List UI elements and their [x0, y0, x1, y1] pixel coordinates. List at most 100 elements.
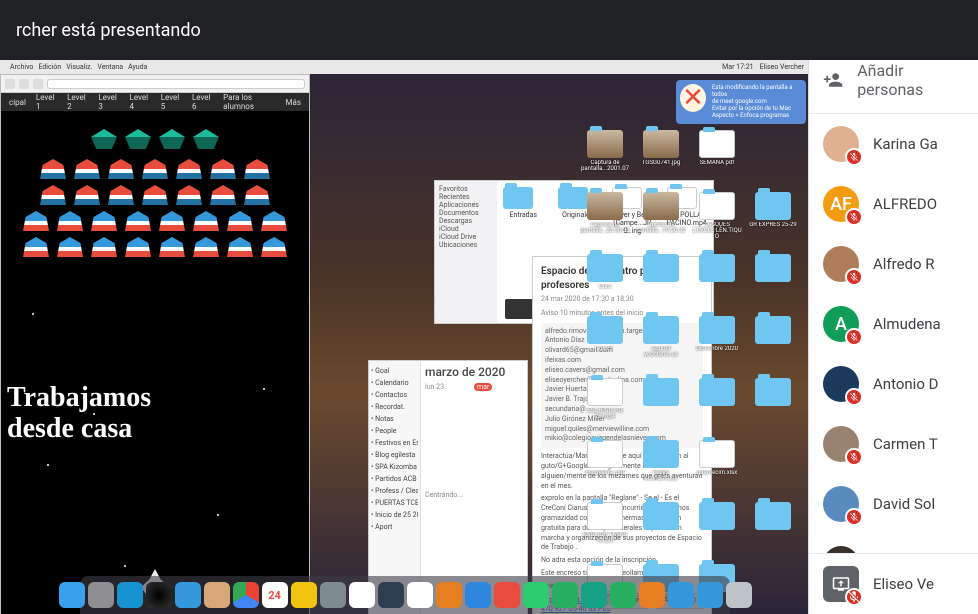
dock-settings-icon[interactable]	[320, 582, 346, 608]
desktop-icon[interactable]	[748, 502, 798, 560]
dock-notes-icon[interactable]	[291, 582, 317, 608]
calendar-list-item[interactable]: • Notas	[371, 413, 418, 425]
desktop-icon[interactable]	[692, 378, 742, 436]
dock-contacts-icon[interactable]	[204, 582, 230, 608]
screentime-notification[interactable]: Esta modificando la pantalla a todos de …	[676, 80, 806, 124]
calendar-list-item[interactable]: • Blog egilesta	[371, 449, 418, 461]
level-tab[interactable]: cipal	[9, 98, 26, 107]
desktop-icon[interactable]	[748, 254, 798, 312]
calendar-list-item[interactable]: • Contactos	[371, 389, 418, 401]
participant-row[interactable]: A Almudena	[809, 294, 978, 354]
finder-item[interactable]: Entradas	[503, 187, 544, 235]
level-tab[interactable]: Level 5	[161, 93, 182, 111]
desktop-icon[interactable]: Curs	[580, 254, 630, 312]
dock-itunes-icon[interactable]	[494, 582, 520, 608]
dock-maps-icon[interactable]	[581, 582, 607, 608]
finder-sidebar-item[interactable]: Ubicaciones	[439, 241, 493, 249]
participant-row[interactable]: AF ALFREDO	[809, 174, 978, 234]
dock-numbers-icon[interactable]	[610, 582, 636, 608]
menu-item[interactable]: Ayuda	[128, 63, 147, 71]
calendar-list-item[interactable]: • SPA Kizomba	[371, 461, 418, 473]
calendar-list-item[interactable]: • Festivos en Esp..	[371, 437, 418, 449]
calendar-list-item[interactable]: • PUERTAS TCE	[371, 497, 418, 509]
desktop-icon[interactable]	[636, 502, 686, 560]
dock-facetime-icon[interactable]	[523, 582, 549, 608]
desktop-icon[interactable]: ENGLISH TASKS 1st pdf	[580, 502, 630, 560]
finder-sidebar[interactable]: FavoritosRecientesAplicacionesDocumentos…	[435, 181, 497, 323]
desktop-icon[interactable]: Apunt3 ycontenic.us	[636, 316, 686, 374]
finder-sidebar-item[interactable]: Recientes	[439, 193, 493, 201]
desktop-icon[interactable]: Fulles econòm.ues	[636, 440, 686, 498]
calendar-list-item[interactable]: • Profess / Clean	[371, 485, 418, 497]
dock-keynote-icon[interactable]	[668, 582, 694, 608]
desktop-icon[interactable]	[692, 502, 742, 560]
finder-sidebar-item[interactable]: Favoritos	[439, 185, 493, 193]
macos-dock[interactable]: 24	[80, 576, 730, 614]
browser-window[interactable]: cipal Level 1 Level 2 Level 3 Level 4 Level 5…	[0, 74, 310, 614]
dock-photos-icon[interactable]	[349, 582, 375, 608]
desktop-icon[interactable]: guarnecim.xlsx	[692, 440, 742, 498]
galaga-game-canvas[interactable]: Trabajamos desde casa	[1, 111, 309, 614]
menu-item[interactable]: Edición	[38, 63, 61, 71]
calendar-list-item[interactable]: • Recordat.	[371, 401, 418, 413]
finder-sidebar-item[interactable]: iCloud	[439, 225, 493, 233]
desktop-icon[interactable]	[748, 316, 798, 374]
finder-sidebar-item[interactable]: Aplicaciones	[439, 201, 493, 209]
desktop-icon[interactable]: Captura de pantalla...2001.07	[580, 130, 630, 188]
desktop-icon[interactable]: GR EXPRES 25-29	[748, 192, 798, 250]
desktop-icon[interactable]: ESL+ENG.HQ 26.mp4	[580, 378, 630, 436]
dock-siri-icon[interactable]	[146, 582, 172, 608]
level-tab[interactable]: Level 2	[67, 93, 88, 111]
desktop-icon[interactable]: 20-27	[580, 316, 630, 374]
desktop-icon[interactable]: Escuellina .pdf	[580, 440, 630, 498]
menu-item[interactable]: Ventana	[97, 63, 123, 71]
game-level-tabs[interactable]: cipal Level 1 Level 2 Level 3 Level 4 Level 5…	[1, 93, 309, 111]
level-tab[interactable]: Level 1	[36, 93, 57, 111]
desktop-icon[interactable]: Diciembre 2020	[692, 316, 742, 374]
dock-books-icon[interactable]	[436, 582, 462, 608]
desktop-icon[interactable]	[636, 254, 686, 312]
desktop-icon[interactable]: Captura de pantalla...20.30.32	[580, 192, 630, 250]
desktop-icon[interactable]	[636, 378, 686, 436]
menu-item[interactable]: Archivo	[10, 63, 33, 71]
participant-row[interactable]: Karina Ga	[809, 114, 978, 174]
reload-icon[interactable]	[33, 79, 43, 89]
participant-row[interactable]: Alfredo R	[809, 234, 978, 294]
calendar-list-item[interactable]: • Inicio de 25 20	[371, 509, 418, 521]
address-bar[interactable]	[47, 79, 305, 89]
calendar-list-item[interactable]: • People	[371, 425, 418, 437]
dock-calendar-icon[interactable]: 24	[262, 582, 288, 608]
dock-safari-icon[interactable]	[117, 582, 143, 608]
desktop-icon[interactable]: TASQUES L'EXCEL·LÈN.TIQUO	[692, 192, 742, 250]
desktop-icon[interactable]	[748, 378, 798, 436]
dock-finder-icon[interactable]	[59, 582, 85, 608]
participant-row[interactable]: Carmen T	[809, 414, 978, 474]
level-tab[interactable]: Para los alumnos	[223, 93, 275, 111]
dock-chrome-icon[interactable]	[233, 582, 259, 608]
dock-reminders-icon[interactable]	[407, 582, 433, 608]
level-tab[interactable]: Más	[285, 98, 300, 107]
finder-sidebar-item[interactable]: Documentos	[439, 209, 493, 217]
calendar-list-item[interactable]: • Calendario	[371, 377, 418, 389]
dock-terminal-icon[interactable]	[378, 582, 404, 608]
level-tab[interactable]: Level 3	[98, 93, 119, 111]
nav-back-icon[interactable]	[5, 79, 15, 89]
calendar-list-item[interactable]: • Aport	[371, 521, 418, 533]
dock-preview-icon[interactable]	[697, 582, 723, 608]
desktop-icon[interactable]: SEMANA pdf	[692, 130, 742, 188]
level-tab[interactable]: Level 4	[130, 93, 151, 111]
desktop-icons-grid[interactable]: Captura de pantalla...2001.07TGSG0741.jp…	[580, 130, 804, 574]
desktop-icon[interactable]: Opción de pantalla...19.20.32	[636, 192, 686, 250]
level-tab[interactable]: Level 6	[192, 93, 213, 111]
finder-sidebar-item[interactable]: iCloud Drive	[439, 233, 493, 241]
calendar-list-item[interactable]: • Goal	[371, 365, 418, 377]
menu-item[interactable]: Visualiz.	[66, 63, 92, 71]
participant-row[interactable]: Eliseo Ve	[809, 534, 978, 553]
dock-messages-icon[interactable]	[552, 582, 578, 608]
calendar-list-item[interactable]: • Partidos ACB	[371, 473, 418, 485]
participant-row[interactable]: Antonio D	[809, 354, 978, 414]
dock-pages-icon[interactable]	[639, 582, 665, 608]
desktop-icon[interactable]	[692, 254, 742, 312]
dock-appstore-icon[interactable]	[465, 582, 491, 608]
dock-trash-icon[interactable]	[726, 582, 752, 608]
